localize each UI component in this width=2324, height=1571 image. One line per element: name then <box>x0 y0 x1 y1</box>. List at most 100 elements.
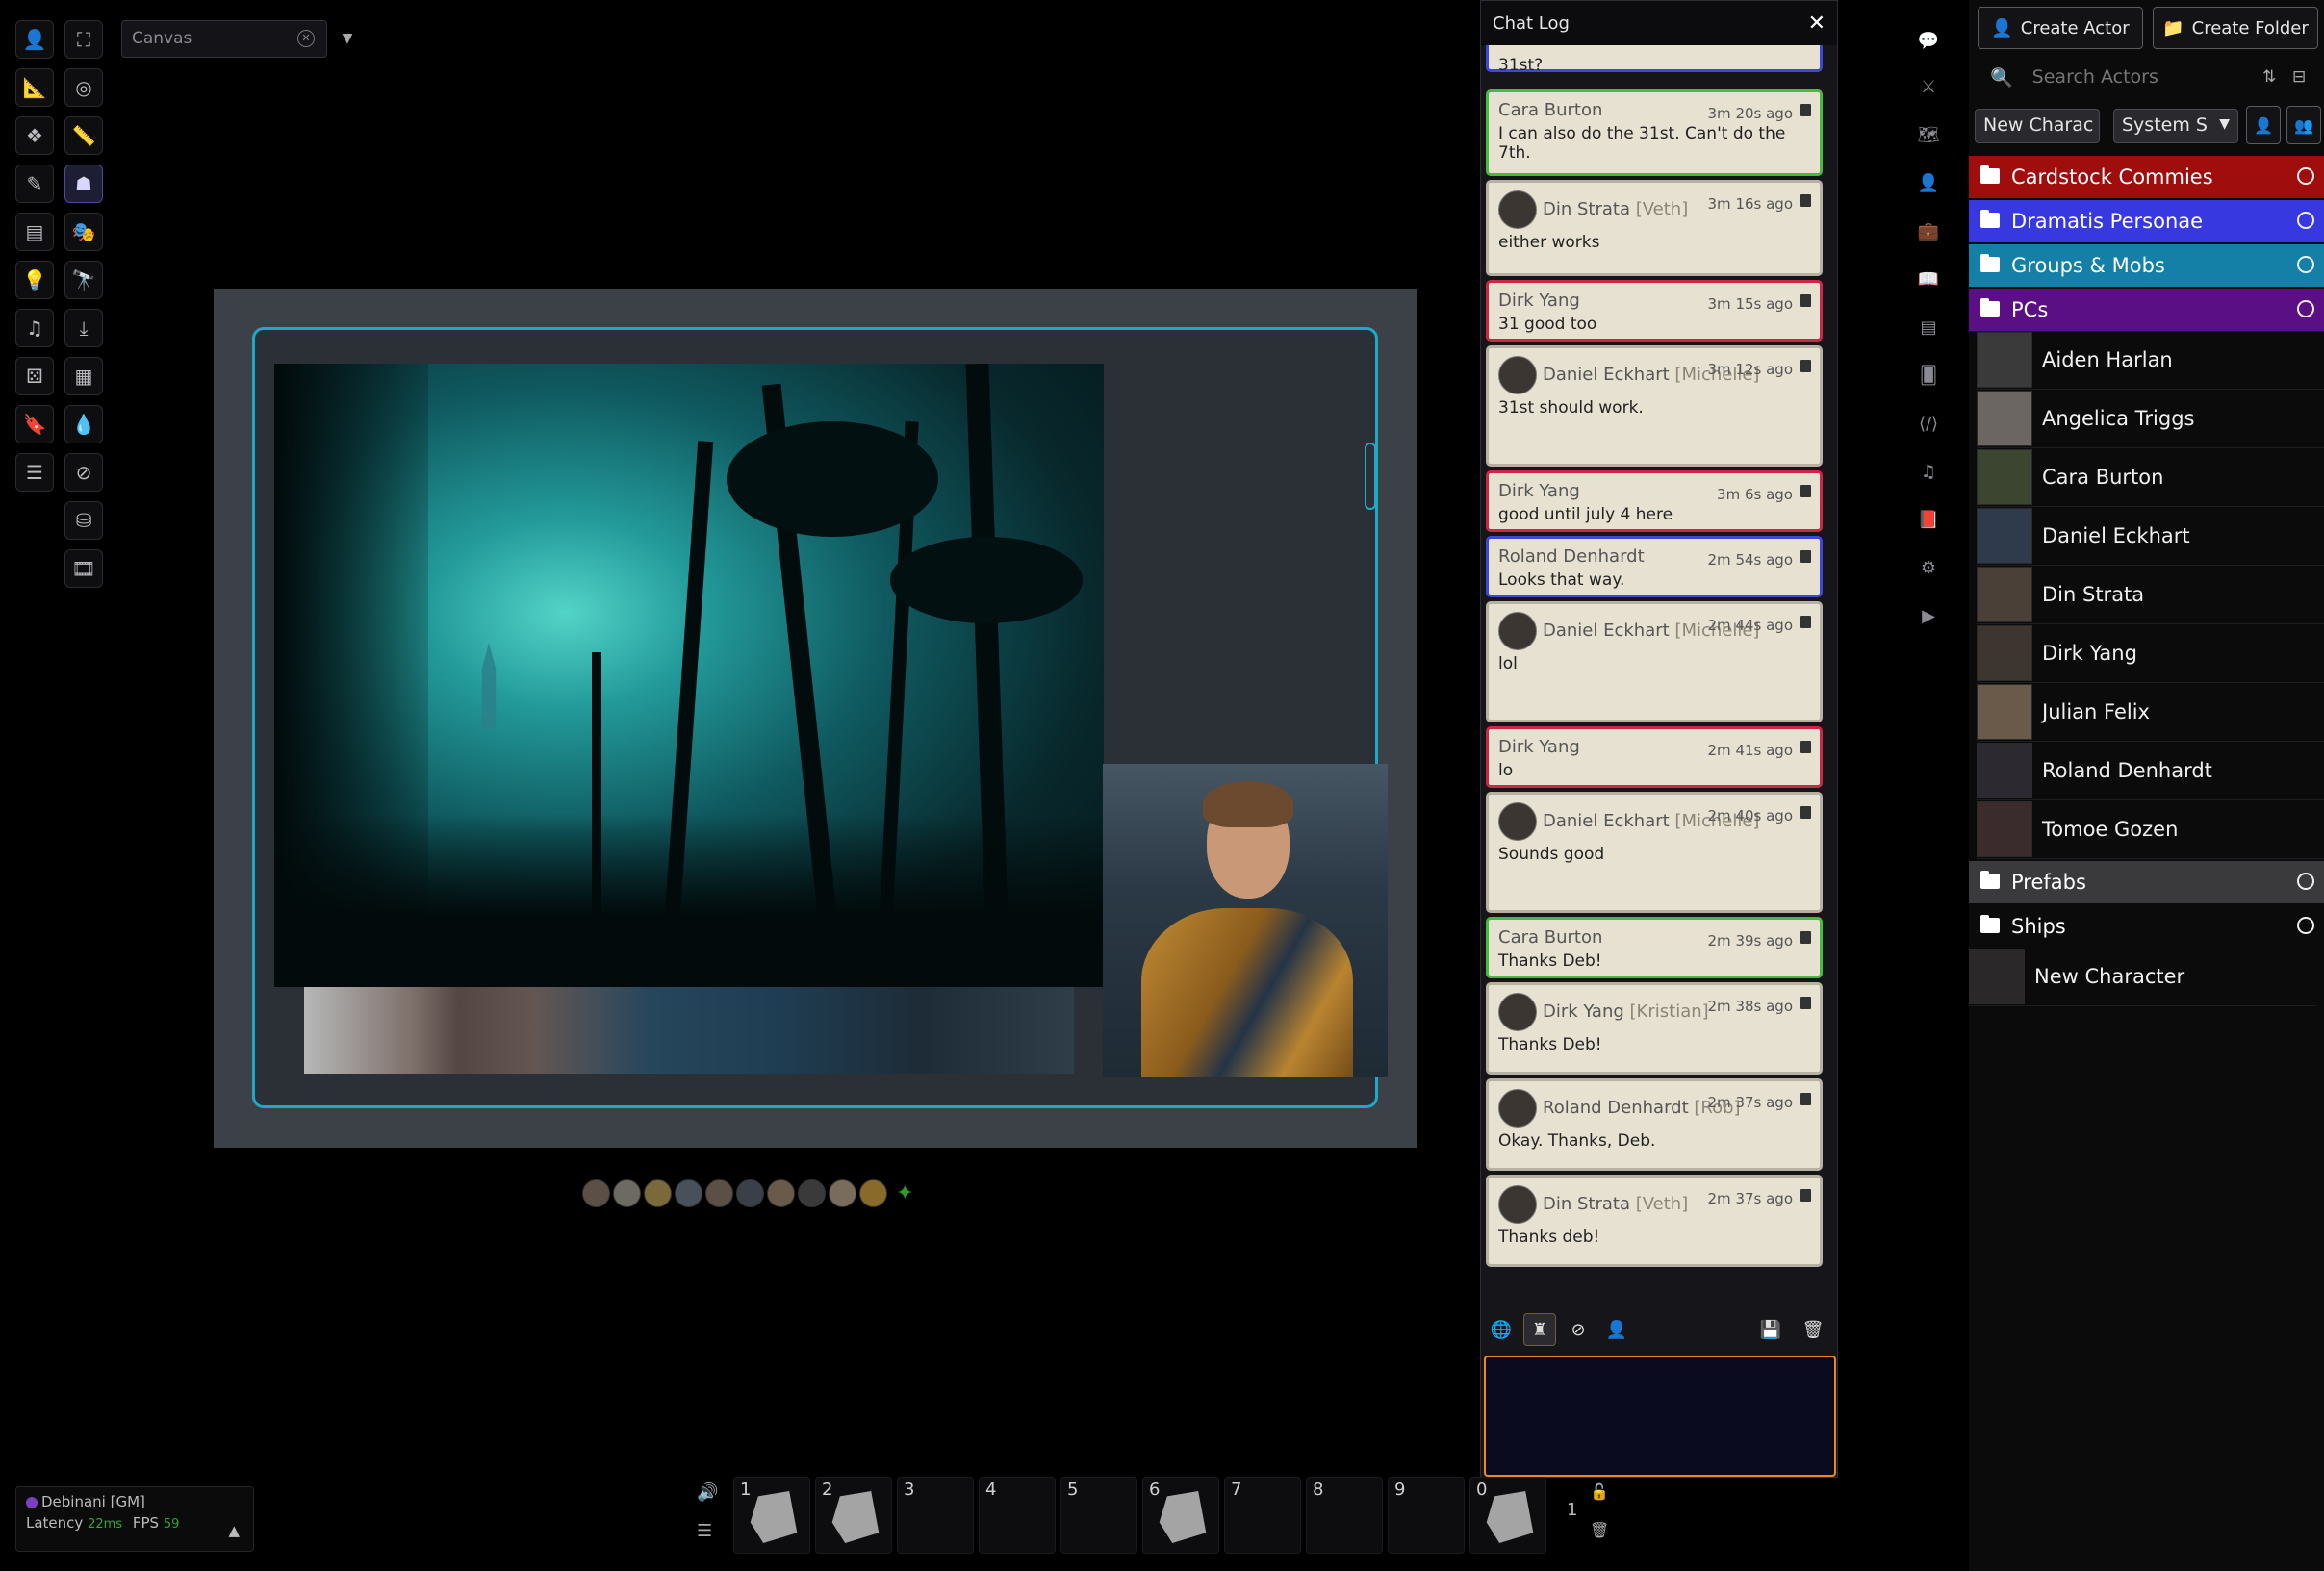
create-folder-button[interactable]: 📁 Create Folder <box>2153 7 2318 49</box>
journal-tab-icon[interactable]: 📖 <box>1911 262 1946 296</box>
folder-dramatis-personae[interactable]: Dramatis Personae <box>1969 200 2324 242</box>
add-actor-icon[interactable] <box>2297 917 2314 934</box>
chevron-up-icon[interactable]: ▲ <box>228 1522 240 1539</box>
menu-icon[interactable]: ☰ <box>697 1521 712 1541</box>
playlists-tab-icon[interactable]: ♫ <box>1911 454 1946 489</box>
add-icon[interactable]: ✦ <box>896 1179 913 1207</box>
hotbar-slot-3[interactable]: 3 <box>897 1477 974 1554</box>
actor-roland-denhardt[interactable]: Roland Denhardt <box>1977 742 2324 800</box>
walls-controls-button[interactable]: ▤ <box>15 213 54 251</box>
system-select[interactable]: System S ▼ <box>2113 109 2238 143</box>
add-actor-icon[interactable] <box>2297 300 2314 317</box>
scene-tab[interactable]: Canvas ✕ <box>121 20 327 58</box>
add-actor-icon[interactable] <box>2297 212 2314 229</box>
close-scene-icon[interactable]: ✕ <box>297 30 315 47</box>
scenes-tab-icon[interactable]: 🗺 <box>1911 117 1946 152</box>
compendium-tab-icon[interactable]: 📕 <box>1911 502 1946 537</box>
avatar[interactable] <box>859 1179 887 1207</box>
fullscreen-button[interactable]: ⛶ <box>64 20 103 59</box>
add-character-icon[interactable]: 👤 <box>2246 106 2281 144</box>
target-button[interactable]: ◎ <box>64 68 103 107</box>
binoculars-button[interactable]: 🔭 <box>64 261 103 299</box>
delete-message-icon[interactable] <box>1800 931 1811 944</box>
delete-message-icon[interactable] <box>1800 194 1811 207</box>
lock-icon[interactable]: 🔓 <box>1590 1482 1609 1501</box>
hotbar-slot-2[interactable]: 2 <box>815 1477 892 1554</box>
ruler-button[interactable]: 📏 <box>64 116 103 155</box>
player-list[interactable]: Debinani [GM] Latency 22ms FPS 59 ▲ <box>15 1486 254 1552</box>
actor-aiden-harlan[interactable]: Aiden Harlan <box>1977 331 2324 390</box>
chat-messages[interactable]: 31st? Cara Burton 3m 20s ago I can also d… <box>1481 45 1839 1307</box>
folder-groups-mobs[interactable]: Groups & Mobs <box>1969 244 2324 287</box>
create-actor-button[interactable]: 👤 Create Actor <box>1978 7 2143 49</box>
avatar[interactable] <box>736 1179 764 1207</box>
avatar[interactable] <box>613 1179 641 1207</box>
actor-tomoe-gozen[interactable]: Tomoe Gozen <box>1977 800 2324 859</box>
scene-nav-toggle-icon[interactable]: ▼ <box>333 23 362 54</box>
actor-new-character[interactable]: New Character <box>1969 948 2316 1006</box>
journal-button[interactable]: ▦ <box>64 357 103 395</box>
hotbar-slot-5[interactable]: 5 <box>1060 1477 1137 1554</box>
collapse-sidebar-icon[interactable]: ▶ <box>1911 598 1946 633</box>
hide-button[interactable]: ⊘ <box>64 453 103 492</box>
add-group-icon[interactable]: 👥 <box>2286 106 2321 144</box>
delete-message-icon[interactable] <box>1800 104 1811 116</box>
regions-controls-button[interactable]: ⚄ <box>15 357 54 395</box>
close-icon[interactable]: ✕ <box>1808 12 1826 36</box>
actor-cara-burton[interactable]: Cara Burton <box>1977 448 2324 507</box>
settings-tab-icon[interactable]: ⚙ <box>1911 550 1946 585</box>
avatar[interactable] <box>582 1179 610 1207</box>
actor-angelica-triggs[interactable]: Angelica Triggs <box>1977 390 2324 448</box>
cards-tab-icon[interactable]: 🂠 <box>1911 358 1946 393</box>
new-character-select[interactable]: New Charac <box>1975 109 2100 143</box>
folder-cardstock-commies[interactable]: Cardstock Commies <box>1969 156 2324 198</box>
download-button[interactable]: ⤓ <box>64 309 103 347</box>
actor-dirk-yang[interactable]: Dirk Yang <box>1977 624 2324 683</box>
hotbar-slot-4[interactable]: 4 <box>979 1477 1056 1554</box>
delete-message-icon[interactable] <box>1800 741 1811 753</box>
search-input[interactable] <box>2030 65 2242 89</box>
hotbar-slot-1[interactable]: 1 <box>733 1477 810 1554</box>
blind-roll-icon[interactable]: ⊘ <box>1562 1313 1595 1346</box>
actor-din-strata[interactable]: Din Strata <box>1977 566 2324 624</box>
tiles-controls-button[interactable]: ❖ <box>15 116 54 155</box>
chat-tab-icon[interactable]: 💬 <box>1911 23 1946 58</box>
delete-message-icon[interactable] <box>1800 997 1811 1009</box>
items-tab-icon[interactable]: 💼 <box>1911 214 1946 248</box>
gm-roll-icon[interactable]: ♜ <box>1523 1313 1556 1346</box>
tables-tab-icon[interactable]: ▤ <box>1911 310 1946 344</box>
list-controls-button[interactable]: ☰ <box>15 453 54 492</box>
hotbar-slot-7[interactable]: 7 <box>1224 1477 1301 1554</box>
token-controls-button[interactable]: 👤 <box>15 20 54 59</box>
public-roll-icon[interactable]: 🌐 <box>1485 1313 1518 1346</box>
avatar[interactable] <box>705 1179 733 1207</box>
avatar[interactable] <box>644 1179 672 1207</box>
delete-message-icon[interactable] <box>1800 360 1811 372</box>
database-button[interactable]: ⛁ <box>64 501 103 540</box>
masks-button[interactable]: 🎭 <box>64 213 103 251</box>
film-button[interactable]: 🎞 <box>64 549 103 588</box>
collapse-folders-icon[interactable]: ⊟ <box>2292 67 2306 87</box>
delete-message-icon[interactable] <box>1800 806 1811 819</box>
clear-log-icon[interactable]: 🗑 <box>1797 1313 1829 1346</box>
sound-controls-button[interactable]: ♫ <box>15 309 54 347</box>
folder-pcs[interactable]: PCs <box>1969 289 2324 331</box>
lighting-controls-button[interactable]: 💡 <box>15 261 54 299</box>
delete-message-icon[interactable] <box>1800 485 1811 497</box>
avatar[interactable] <box>798 1179 826 1207</box>
macros-tab-icon[interactable]: ⟨/⟩ <box>1911 406 1946 441</box>
combat-tab-icon[interactable]: ⚔ <box>1911 69 1946 104</box>
delete-message-icon[interactable] <box>1800 550 1811 563</box>
actor-daniel-eckhart[interactable]: Daniel Eckhart <box>1977 507 2324 566</box>
delete-message-icon[interactable] <box>1800 1189 1811 1202</box>
add-actor-icon[interactable] <box>2297 873 2314 890</box>
actors-tab-icon[interactable]: 👤 <box>1911 165 1946 200</box>
hotbar-slot-0[interactable]: 0 <box>1469 1477 1546 1554</box>
measure-controls-button[interactable]: 📐 <box>15 68 54 107</box>
drawing-controls-button[interactable]: ✎ <box>15 165 54 203</box>
chat-message-input[interactable] <box>1484 1356 1836 1477</box>
folder-ships[interactable]: Ships <box>1969 905 2324 948</box>
drop-button[interactable]: 💧 <box>64 405 103 443</box>
self-roll-icon[interactable]: 👤 <box>1600 1313 1633 1346</box>
add-actor-icon[interactable] <box>2297 167 2314 185</box>
